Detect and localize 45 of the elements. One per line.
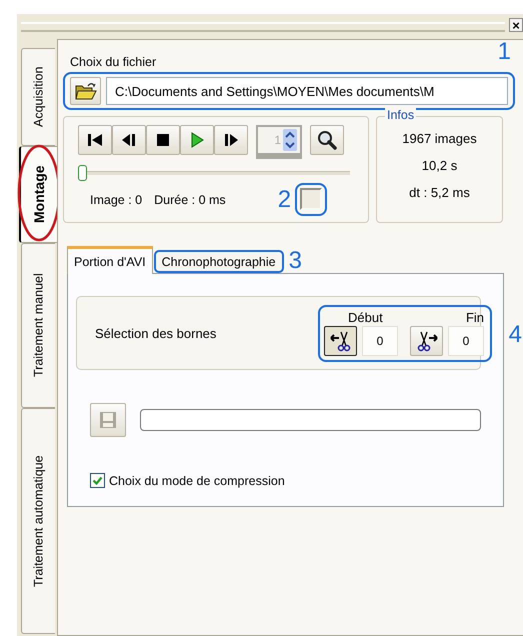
file-path-field[interactable]: C:\Documents and Settings\MOYEN\Mes documents\M <box>106 77 508 105</box>
skip-back-icon <box>86 132 104 148</box>
duration-label: Durée : 0 ms <box>154 192 226 206</box>
stop-button[interactable] <box>146 125 180 155</box>
side-tab[interactable]: Traitement automatique <box>21 408 55 634</box>
skip-back-button[interactable] <box>78 125 112 155</box>
set-start-button[interactable] <box>324 326 357 356</box>
tab[interactable]: Chronophotographie <box>154 250 284 273</box>
infos-title: Infos <box>385 108 416 122</box>
up-down-arrows-icon <box>283 129 297 151</box>
folder-icon <box>74 82 96 100</box>
toggle-button[interactable] <box>300 188 322 210</box>
scissors-icon <box>416 330 438 352</box>
stop-icon <box>154 132 172 148</box>
set-end-button[interactable] <box>410 326 443 356</box>
info-line: dt : 5,2 ms <box>409 185 470 200</box>
search-icon <box>317 130 337 150</box>
play-button[interactable] <box>180 125 214 155</box>
start-field[interactable]: 0 <box>362 326 398 356</box>
image-counter: Image : 0 <box>90 192 142 206</box>
step-forward-button[interactable] <box>214 125 248 155</box>
side-tab[interactable]: Traitement manuel <box>21 243 55 408</box>
end-label: Fin <box>464 310 484 324</box>
tab[interactable]: Portion d'AVI <box>67 246 153 274</box>
step-back-icon <box>120 132 138 148</box>
open-folder-button[interactable] <box>70 77 101 105</box>
callout-number: 3 <box>288 249 302 273</box>
compression-checkbox[interactable]: Choix du mode de compression <box>76 473 481 488</box>
callout-number: 1 <box>498 40 511 64</box>
scissors-icon <box>330 330 352 352</box>
file-label: Choix du fichier <box>70 55 158 69</box>
floppy-icon <box>99 411 117 429</box>
step-forward-icon <box>222 132 240 148</box>
close-button[interactable]: × <box>509 18 523 32</box>
end-field[interactable]: 0 <box>448 326 484 356</box>
callout-number: 4 <box>508 322 522 346</box>
info-line: 1967 images <box>402 131 477 146</box>
bounds-label: Sélection des bornes <box>95 326 216 340</box>
step-back-button[interactable] <box>112 125 146 155</box>
callout-number: 2 <box>278 188 292 212</box>
info-line: 10,2 s <box>422 158 458 173</box>
start-label: Début <box>347 310 384 324</box>
side-tab[interactable]: Acquisition <box>21 48 55 146</box>
zoom-button[interactable] <box>310 125 344 155</box>
check-icon <box>92 475 103 486</box>
